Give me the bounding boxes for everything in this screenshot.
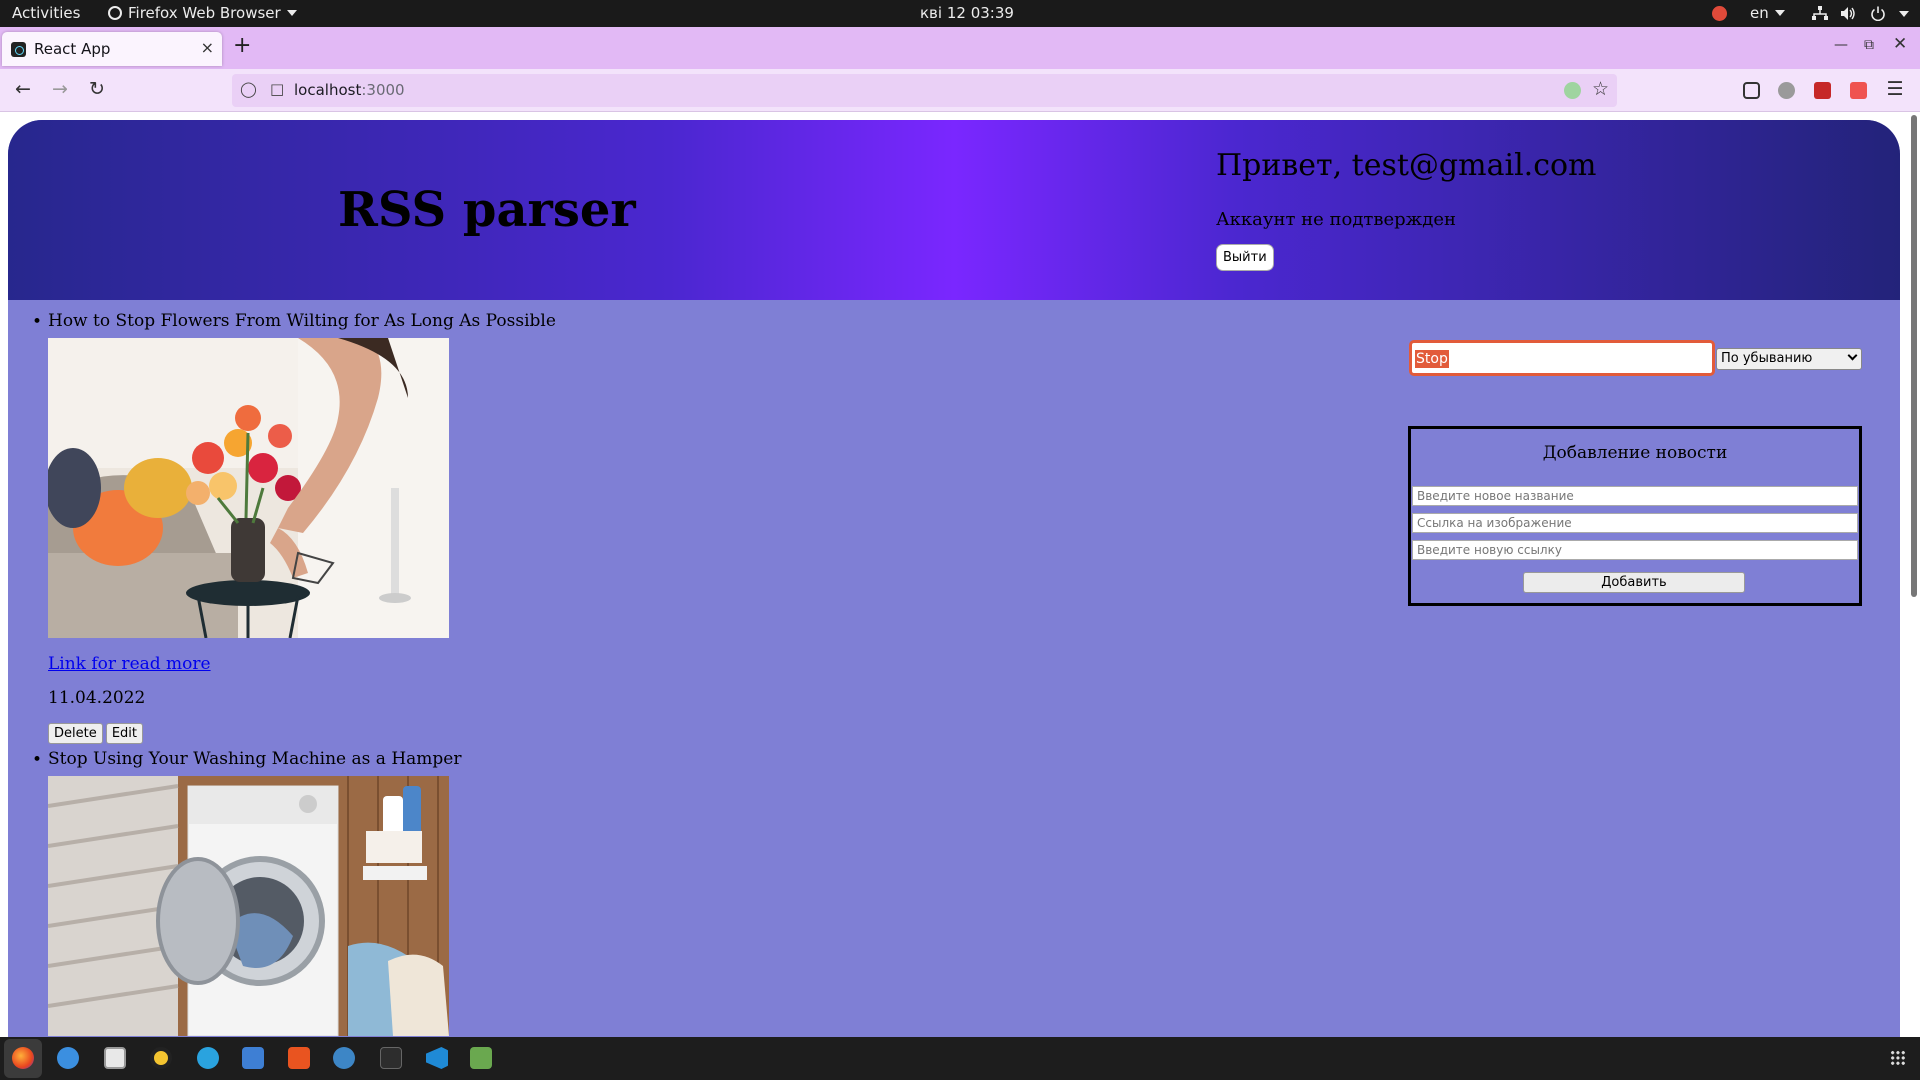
tracking-shield-icon[interactable]: ◯: [240, 80, 257, 98]
search-input[interactable]: [1409, 340, 1715, 376]
page-viewport: RSS parser Привет, test@gmail.com Аккаун…: [0, 113, 1920, 1037]
app-root: RSS parser Привет, test@gmail.com Аккаун…: [8, 120, 1900, 1037]
vscode-icon[interactable]: [426, 1047, 448, 1069]
site-header: RSS parser Привет, test@gmail.com Аккаун…: [8, 120, 1900, 300]
news-item: • Stop Using Your Washing Machine as a H…: [8, 748, 1108, 1036]
list-bullet: •: [32, 312, 43, 332]
close-window-icon[interactable]: ✕: [1893, 34, 1907, 54]
sort-order-select[interactable]: По убыванию: [1716, 348, 1862, 370]
bookmark-star-icon[interactable]: ☆: [1592, 78, 1609, 100]
show-apps-grid-icon[interactable]: [1890, 1050, 1906, 1066]
news-image-flowers: [48, 338, 449, 638]
back-arrow-icon[interactable]: ←: [10, 78, 36, 100]
tab-title: React App: [34, 40, 111, 58]
site-title: RSS parser: [338, 182, 636, 238]
pocket-icon[interactable]: [1743, 82, 1760, 99]
browser-tab-bar: React App × + — ⧉ ✕: [0, 27, 1920, 69]
news-title: Stop Using Your Washing Machine as a Ham…: [48, 749, 462, 769]
adblock-icon[interactable]: [1778, 82, 1795, 99]
user-greeting: Привет, test@gmail.com: [1216, 148, 1597, 183]
system-top-bar: Activities Firefox Web Browser кві 12 03…: [0, 0, 1920, 27]
forward-arrow-icon[interactable]: →: [47, 78, 73, 100]
cookie-editor-icon[interactable]: [1850, 82, 1867, 99]
news-image-washing-machine: [48, 776, 449, 1036]
extension-red-icon[interactable]: [1814, 82, 1831, 99]
add-news-title: Добавление новости: [1542, 443, 1728, 463]
caret-down-icon[interactable]: [1899, 11, 1909, 17]
files-icon[interactable]: [104, 1047, 126, 1069]
url-bar[interactable]: ◯ □ localhost:3000 ☆: [232, 74, 1617, 107]
caret-down-icon: [1774, 10, 1785, 16]
language-indicator[interactable]: en: [1750, 0, 1785, 27]
hamburger-menu-icon[interactable]: ☰: [1882, 78, 1908, 100]
tab-react-app[interactable]: React App ×: [2, 32, 222, 66]
news-title: How to Stop Flowers From Wilting for As …: [48, 311, 556, 331]
image-viewer-icon[interactable]: [470, 1047, 492, 1069]
new-title-input[interactable]: Введите новое название: [1412, 486, 1858, 506]
sort-selected-value: По убыванию: [1721, 351, 1813, 366]
add-news-button[interactable]: Добавить: [1523, 572, 1745, 593]
react-favicon-icon: [11, 42, 26, 57]
writer-icon[interactable]: [242, 1047, 264, 1069]
notification-badge-icon[interactable]: [1712, 6, 1727, 21]
read-more-link[interactable]: Link for read more: [48, 654, 1108, 674]
terminal-icon[interactable]: [380, 1047, 402, 1069]
app-menu-label: Firefox Web Browser: [128, 4, 281, 22]
url-text[interactable]: localhost:3000: [294, 81, 405, 99]
firefox-icon[interactable]: [12, 1047, 34, 1069]
extension-icon[interactable]: [1564, 82, 1581, 99]
delete-button[interactable]: Delete: [48, 723, 103, 744]
close-tab-icon[interactable]: ×: [201, 38, 214, 57]
reload-icon[interactable]: ↻: [84, 78, 110, 100]
logout-button[interactable]: Выйти: [1216, 244, 1274, 271]
news-actions: Delete Edit: [48, 722, 1108, 744]
minimize-icon[interactable]: —: [1834, 37, 1848, 53]
volume-icon[interactable]: [1840, 6, 1856, 21]
news-list: • How to Stop Flowers From Wilting for A…: [8, 310, 1108, 1036]
search-selected-text: Stop: [1415, 350, 1449, 368]
thunderbird-icon[interactable]: [57, 1047, 79, 1069]
add-news-form: Добавление новости Введите новое названи…: [1408, 426, 1862, 606]
software-center-icon[interactable]: [288, 1047, 310, 1069]
news-link-input[interactable]: Введите новую ссылку: [1412, 540, 1858, 560]
page-info-icon[interactable]: □: [270, 80, 284, 98]
restore-icon[interactable]: ⧉: [1864, 37, 1874, 53]
edit-button[interactable]: Edit: [105, 723, 143, 744]
network-icon[interactable]: [1812, 6, 1828, 21]
image-link-input[interactable]: Ссылка на изображение: [1412, 513, 1858, 533]
news-date: 11.04.2022: [48, 688, 146, 708]
help-icon[interactable]: [333, 1047, 355, 1069]
activities-button[interactable]: Activities: [12, 0, 80, 27]
new-tab-button[interactable]: +: [233, 33, 251, 58]
app-menu[interactable]: Firefox Web Browser: [108, 0, 297, 27]
telegram-icon[interactable]: [197, 1047, 219, 1069]
firefox-small-icon: [108, 6, 122, 20]
url-host: localhost: [294, 81, 362, 99]
news-item: • How to Stop Flowers From Wilting for A…: [8, 310, 1108, 744]
page-scrollbar[interactable]: [1911, 115, 1917, 597]
browser-nav-bar: ← → ↻ ◯ □ localhost:3000 ☆ ☰: [0, 69, 1920, 112]
url-port: :3000: [361, 81, 405, 99]
power-icon[interactable]: [1870, 6, 1886, 21]
list-bullet: •: [32, 750, 43, 770]
caret-down-icon: [286, 10, 297, 16]
account-status: Аккаунт не подтвержден: [1216, 209, 1456, 230]
language-label: en: [1750, 4, 1769, 22]
clock[interactable]: кві 12 03:39: [920, 0, 1014, 27]
chevron-down-icon: [1847, 350, 1858, 361]
rhythmbox-icon[interactable]: [150, 1047, 172, 1069]
taskbar-dock: [0, 1037, 1920, 1080]
